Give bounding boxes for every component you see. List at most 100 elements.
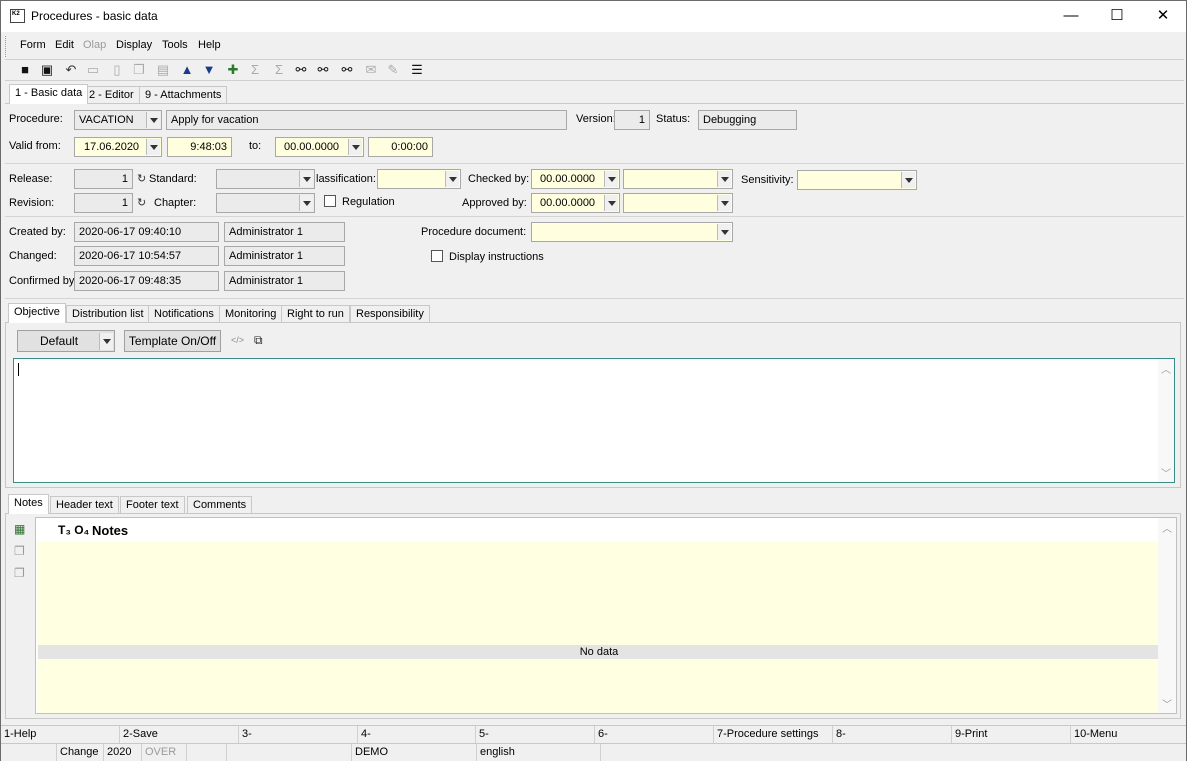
tab-header-text[interactable]: Header text (50, 496, 119, 514)
fkey-3[interactable]: 3- (239, 726, 358, 744)
scroll-up-icon[interactable]: ︿ (1161, 361, 1171, 376)
popout-icon[interactable]: ⧉ (254, 333, 263, 348)
display-instructions-checkbox[interactable] (431, 250, 443, 262)
classification-select[interactable] (377, 169, 461, 189)
menu-help[interactable]: Help (198, 39, 221, 51)
template-toggle-button[interactable]: Template On/Off (124, 330, 221, 352)
scroll-down-icon[interactable]: ﹀ (1161, 465, 1171, 480)
chevron-down-icon[interactable] (445, 171, 459, 187)
tab-footer-text[interactable]: Footer text (120, 496, 185, 514)
chevron-down-icon[interactable] (717, 224, 731, 240)
notes-column-header[interactable]: Notes (92, 523, 128, 538)
tab-notifications[interactable]: Notifications (148, 305, 220, 323)
template-select[interactable]: Default (17, 330, 115, 352)
fkey-menu[interactable]: 10-Menu (1071, 726, 1186, 744)
chevron-down-icon[interactable] (348, 139, 362, 155)
menu-edit[interactable]: Edit (55, 39, 74, 51)
status-label: Status: (656, 113, 691, 125)
objective-editor[interactable]: ︿ ﹀ (13, 358, 1175, 483)
fkey-5[interactable]: 5- (476, 726, 595, 744)
history-icon[interactable]: ↻ (137, 196, 146, 209)
fkey-help[interactable]: 1-Help (1, 726, 120, 744)
chevron-down-icon[interactable] (299, 171, 313, 187)
to-time-field[interactable]: 0:00:00 (368, 137, 433, 157)
chevron-down-icon[interactable] (901, 172, 915, 188)
code-view-icon[interactable]: </> (231, 335, 244, 345)
add-note-icon[interactable]: ▦ (14, 522, 29, 536)
scroll-down-icon[interactable]: ﹀ (1162, 696, 1172, 711)
notes-grid[interactable]: T₃ O₄ Notes No data ︿ ﹀ (35, 517, 1177, 714)
maximize-button[interactable]: ☐ (1094, 1, 1140, 32)
menu-display[interactable]: Display (116, 39, 152, 51)
book-icon: ▤ (156, 62, 170, 77)
regulation-checkbox[interactable] (324, 195, 336, 207)
fkey-save[interactable]: 2-Save (120, 726, 239, 744)
fkey-8[interactable]: 8- (833, 726, 952, 744)
chevron-down-icon[interactable] (717, 195, 731, 211)
chevron-down-icon[interactable] (604, 171, 618, 187)
to-date-field[interactable]: 00.00.0000 (275, 137, 364, 157)
procedure-code-select[interactable]: VACATION (74, 110, 162, 130)
valid-from-date-field[interactable]: 17.06.2020 (74, 137, 162, 157)
checked-by-date-field[interactable]: 00.00.0000 (531, 169, 620, 189)
confirmed-by-user: Administrator 1 (224, 271, 345, 291)
chevron-down-icon[interactable] (146, 139, 160, 155)
binoculars-next-icon[interactable]: ⚯ (315, 62, 331, 78)
scroll-up-icon[interactable]: ︿ (1162, 520, 1172, 535)
close-button[interactable]: ✕ (1140, 1, 1186, 32)
chevron-down-icon[interactable] (717, 171, 731, 187)
status-year: 2020 (104, 744, 142, 761)
tab-responsibility[interactable]: Responsibility (350, 305, 430, 323)
fkey-4[interactable]: 4- (358, 726, 476, 744)
procedure-document-select[interactable] (531, 222, 733, 242)
tab-attachments[interactable]: 9 - Attachments (139, 86, 228, 104)
fkey-6[interactable]: 6- (595, 726, 714, 744)
sum-filter-icon: Σ (274, 62, 284, 77)
sensitivity-select[interactable] (797, 170, 917, 190)
status-cell-empty (1, 744, 57, 761)
tab-right-to-run[interactable]: Right to run (281, 305, 350, 323)
menu-form[interactable]: Form (20, 39, 46, 51)
chapter-select[interactable] (216, 193, 315, 213)
tab-monitoring[interactable]: Monitoring (219, 305, 283, 323)
menu-lines-icon[interactable]: ☰ (409, 62, 425, 78)
checked-by-user-select[interactable] (623, 169, 733, 189)
fkey-print[interactable]: 9-Print (952, 726, 1071, 744)
tab-comments[interactable]: Comments (187, 496, 253, 514)
tab-basic-data[interactable]: 1 - Basic data (9, 84, 89, 104)
arrow-down-icon[interactable]: ▼ (201, 62, 217, 78)
menu-tools[interactable]: Tools (162, 39, 188, 51)
column-type-icons: T₃ O₄ (58, 523, 90, 537)
changed-user: Administrator 1 (224, 246, 345, 266)
approved-by-user-select[interactable] (623, 193, 733, 213)
editor-scrollbar[interactable]: ︿ ﹀ (1158, 359, 1174, 482)
tab-editor[interactable]: 2 - Editor (83, 86, 140, 104)
tab-distribution-list[interactable]: Distribution list (66, 305, 150, 323)
arrow-up-icon[interactable]: ▲ (179, 62, 195, 78)
standard-select[interactable] (216, 169, 315, 189)
history-icon[interactable]: ↻ (137, 172, 146, 185)
procedure-name-field[interactable]: Apply for vacation (166, 110, 567, 130)
chevron-down-icon[interactable] (146, 112, 160, 128)
notes-scrollbar[interactable]: ︿ ﹀ (1158, 518, 1176, 713)
chevron-down-icon[interactable] (299, 195, 313, 211)
tab-notes[interactable]: Notes (8, 494, 49, 514)
chevron-down-icon[interactable] (99, 333, 113, 350)
fkey-procedure-settings[interactable]: 7-Procedure settings (714, 726, 833, 744)
chevron-down-icon[interactable] (604, 195, 618, 211)
revision-field: 1 (74, 193, 133, 213)
tab-objective[interactable]: Objective (8, 303, 66, 323)
save-close-icon[interactable]: ▣ (39, 62, 55, 78)
binoculars-icon[interactable]: ⚯ (293, 62, 309, 78)
minimize-button[interactable]: — (1048, 1, 1094, 32)
filter-icon[interactable]: ✚ (225, 62, 241, 78)
procedure-label: Procedure: (9, 113, 63, 125)
function-key-bar: 1-Help 2-Save 3- 4- 5- 6- 7-Procedure se… (1, 725, 1186, 744)
valid-from-time-field[interactable]: 9:48:03 (167, 137, 232, 157)
undo-icon[interactable]: ↶ (63, 62, 79, 78)
save-icon[interactable]: ■ (17, 62, 33, 78)
binoculars-prev-icon[interactable]: ⚯ (339, 62, 355, 78)
notes-grid-body: No data (37, 542, 1160, 713)
approved-by-date-field[interactable]: 00.00.0000 (531, 193, 620, 213)
valid-from-label: Valid from: (9, 140, 61, 152)
